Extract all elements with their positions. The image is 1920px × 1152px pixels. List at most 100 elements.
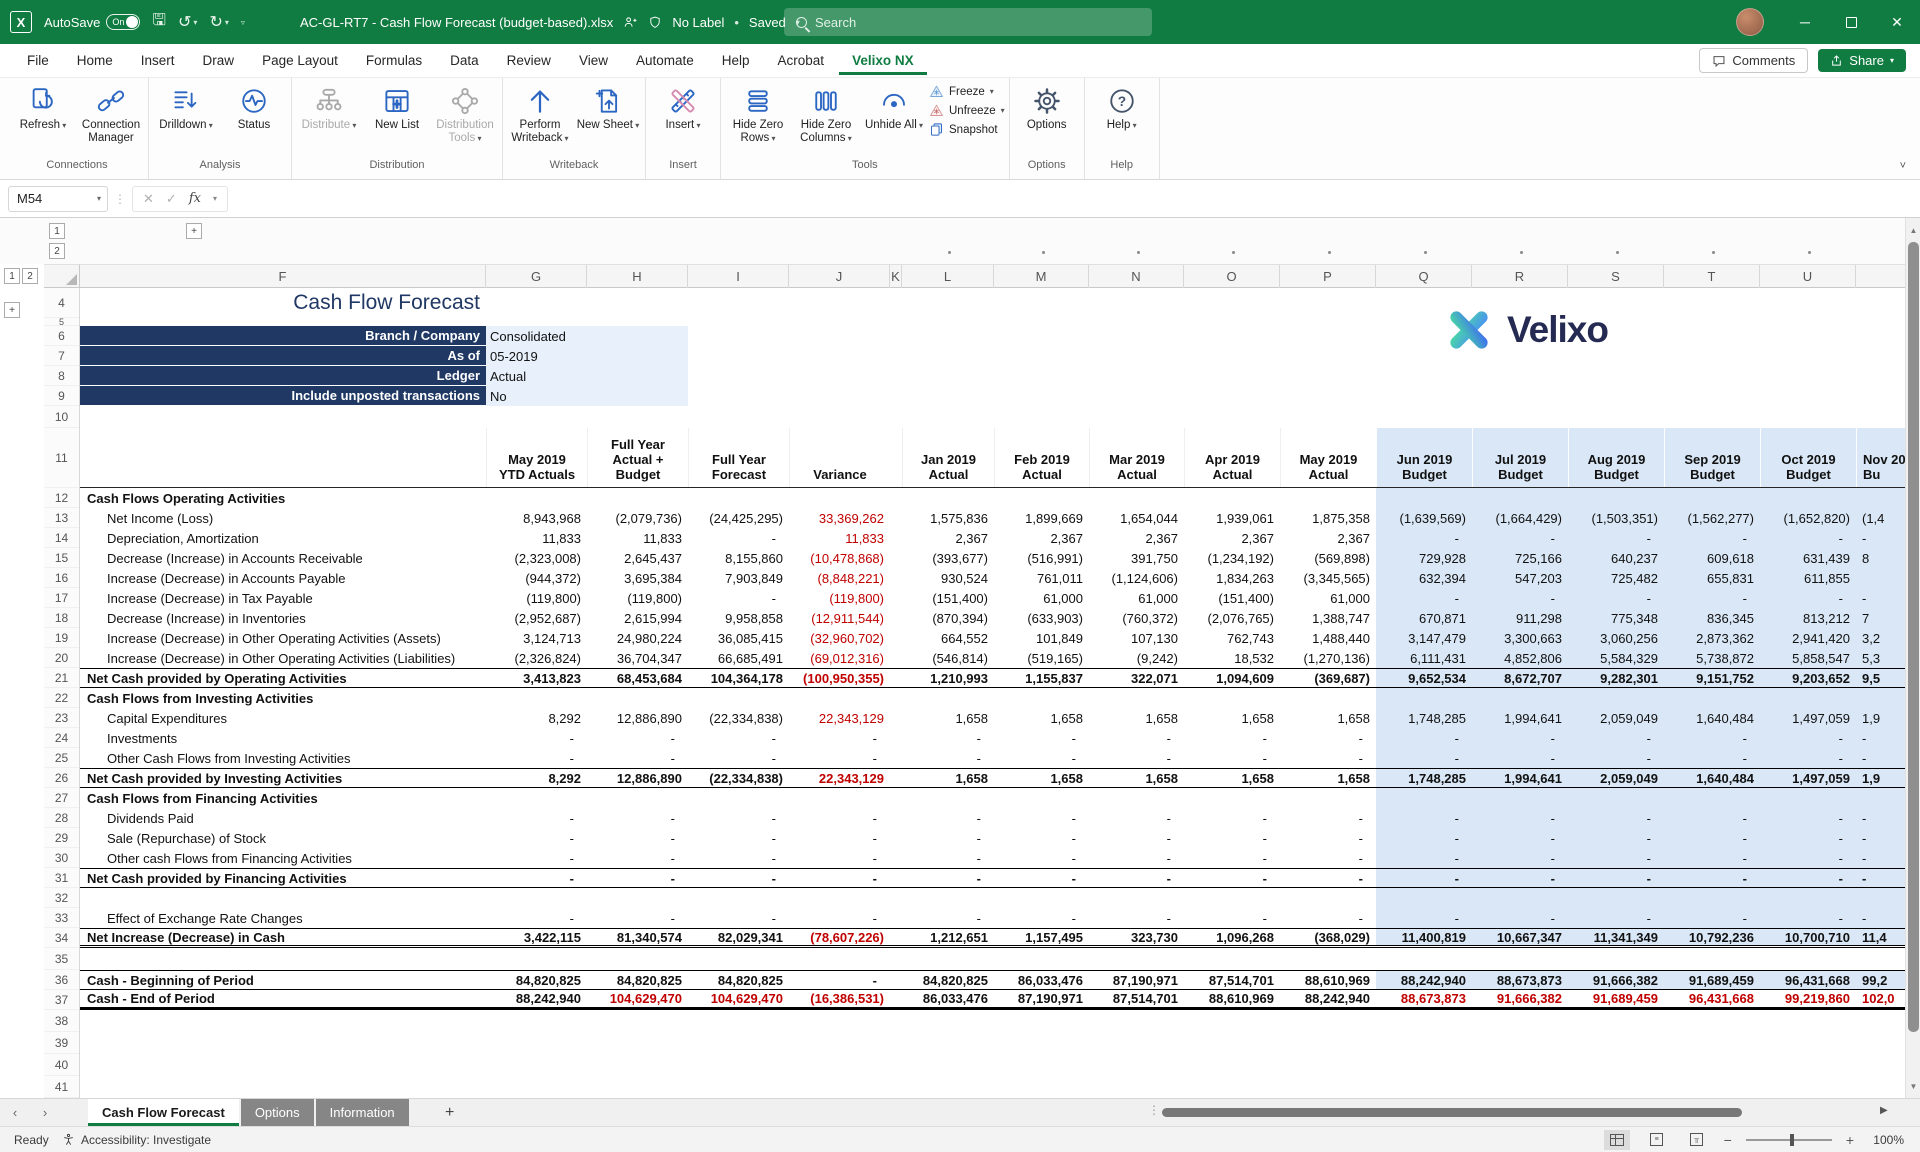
cell[interactable]: [1568, 488, 1664, 508]
table-column-header[interactable]: Aug 2019 Budget: [1568, 428, 1664, 487]
close-button[interactable]: ✕: [1874, 0, 1920, 44]
cell[interactable]: -: [1472, 828, 1568, 848]
cell[interactable]: 88,610,969: [1184, 990, 1280, 1007]
cell[interactable]: [1376, 488, 1472, 508]
cell[interactable]: -: [486, 828, 587, 848]
table-column-header[interactable]: Oct 2019 Budget: [1760, 428, 1856, 487]
cell[interactable]: [587, 888, 688, 908]
row-header-19[interactable]: 19: [44, 628, 79, 648]
row-label-cell[interactable]: Sale (Repurchase) of Stock: [80, 828, 486, 848]
cell[interactable]: -: [486, 869, 587, 887]
cell[interactable]: 9,151,752: [1664, 669, 1760, 687]
save-status[interactable]: Saved: [749, 15, 786, 30]
row-label-cell[interactable]: Cash Flows from Financing Activities: [80, 788, 486, 808]
menu-tab-velixo-nx[interactable]: Velixo NX: [839, 46, 927, 75]
cell[interactable]: (1,664,429): [1472, 508, 1568, 528]
cell[interactable]: -: [1568, 828, 1664, 848]
sensitivity-shield-icon[interactable]: [648, 15, 662, 30]
cell[interactable]: -: [1760, 748, 1856, 768]
cell[interactable]: 1,388,747: [1280, 608, 1376, 628]
cell[interactable]: (870,394): [902, 608, 994, 628]
column-header-T[interactable]: T: [1664, 265, 1760, 288]
cell[interactable]: [688, 888, 789, 908]
cell[interactable]: 1,658: [1089, 708, 1184, 728]
menu-tab-insert[interactable]: Insert: [128, 46, 188, 75]
cell[interactable]: -: [1760, 808, 1856, 828]
enter-icon[interactable]: ✓: [166, 191, 177, 207]
cell[interactable]: 4,852,806: [1472, 648, 1568, 668]
cell[interactable]: 2,873,362: [1664, 628, 1760, 648]
cell[interactable]: -: [1376, 848, 1472, 868]
cell[interactable]: -: [486, 748, 587, 768]
sheet-tab-options[interactable]: Options: [241, 1099, 314, 1126]
cell[interactable]: [1280, 488, 1376, 508]
info-label-cell[interactable]: Branch / Company: [80, 326, 486, 346]
row-header-36[interactable]: 36: [44, 970, 79, 990]
cell[interactable]: -: [688, 808, 789, 828]
cell[interactable]: 96,431,668: [1664, 990, 1760, 1007]
horizontal-scroll-thumb[interactable]: [1162, 1108, 1742, 1117]
cell[interactable]: -: [1472, 728, 1568, 748]
row-header-24[interactable]: 24: [44, 728, 79, 748]
cell[interactable]: 2,367: [1089, 528, 1184, 548]
cell[interactable]: -: [789, 908, 890, 928]
cell[interactable]: -: [1089, 748, 1184, 768]
cell[interactable]: (546,814): [902, 648, 994, 668]
cell[interactable]: -: [994, 908, 1089, 928]
cell[interactable]: -: [994, 828, 1089, 848]
cell[interactable]: 8,292: [486, 769, 587, 787]
cell[interactable]: 107,130: [1089, 628, 1184, 648]
row-header-16[interactable]: 16: [44, 568, 79, 588]
cell[interactable]: 1,994,641: [1472, 769, 1568, 787]
cell[interactable]: 391,750: [1089, 548, 1184, 568]
row-header-39[interactable]: 39: [44, 1032, 79, 1054]
cell[interactable]: -: [789, 748, 890, 768]
cell[interactable]: -: [994, 748, 1089, 768]
cell[interactable]: [1089, 788, 1184, 808]
col-outline-level-2-button[interactable]: 2: [22, 268, 38, 284]
cell[interactable]: -: [789, 808, 890, 828]
cell[interactable]: 836,345: [1664, 608, 1760, 628]
row-label-cell[interactable]: Decrease (Increase) in Inventories: [80, 608, 486, 628]
cell[interactable]: [789, 888, 890, 908]
cell[interactable]: -: [587, 848, 688, 868]
cell[interactable]: 631,439: [1760, 548, 1856, 568]
row-header-28[interactable]: 28: [44, 808, 79, 828]
cell[interactable]: 91,689,459: [1664, 971, 1760, 989]
cell[interactable]: 1,899,669: [994, 508, 1089, 528]
cell[interactable]: -: [1760, 848, 1856, 868]
cell[interactable]: 547,203: [1472, 568, 1568, 588]
select-all-corner[interactable]: [44, 264, 80, 288]
row-header-4[interactable]: 4: [44, 288, 79, 318]
cell[interactable]: -: [587, 748, 688, 768]
cell[interactable]: -: [1184, 869, 1280, 887]
cell[interactable]: [486, 788, 587, 808]
col-outline-level-1-button[interactable]: 1: [4, 268, 20, 284]
cell[interactable]: (569,898): [1280, 548, 1376, 568]
cell[interactable]: 11,341,349: [1568, 929, 1664, 945]
tab-scroll-splitter[interactable]: ⋮: [1148, 1103, 1160, 1117]
cell[interactable]: 725,482: [1568, 568, 1664, 588]
cell[interactable]: -: [902, 728, 994, 748]
quick-access-chevron-icon[interactable]: ▿: [241, 18, 245, 27]
cell[interactable]: 2,941,420: [1760, 628, 1856, 648]
cell[interactable]: -: [1280, 869, 1376, 887]
cell[interactable]: 911,298: [1472, 608, 1568, 628]
cell[interactable]: 1,094,609: [1184, 669, 1280, 687]
cell[interactable]: 11,833: [587, 528, 688, 548]
cell[interactable]: 1,488,440: [1280, 628, 1376, 648]
collapse-ribbon-icon[interactable]: ˅: [1900, 160, 1906, 172]
cell[interactable]: -: [486, 848, 587, 868]
row-header-7[interactable]: 7: [44, 346, 79, 366]
cell[interactable]: [1184, 888, 1280, 908]
cell[interactable]: (151,400): [1184, 588, 1280, 608]
cell[interactable]: 670,871: [1376, 608, 1472, 628]
cell[interactable]: -: [1760, 828, 1856, 848]
sheet-nav-right-icon[interactable]: ›: [30, 1105, 60, 1120]
cell[interactable]: [1376, 788, 1472, 808]
cell[interactable]: 61,000: [1280, 588, 1376, 608]
cell[interactable]: -: [688, 908, 789, 928]
column-header-O[interactable]: O: [1184, 265, 1280, 288]
row-label-cell[interactable]: Other cash Flows from Financing Activiti…: [80, 848, 486, 868]
cell[interactable]: [1568, 688, 1664, 708]
